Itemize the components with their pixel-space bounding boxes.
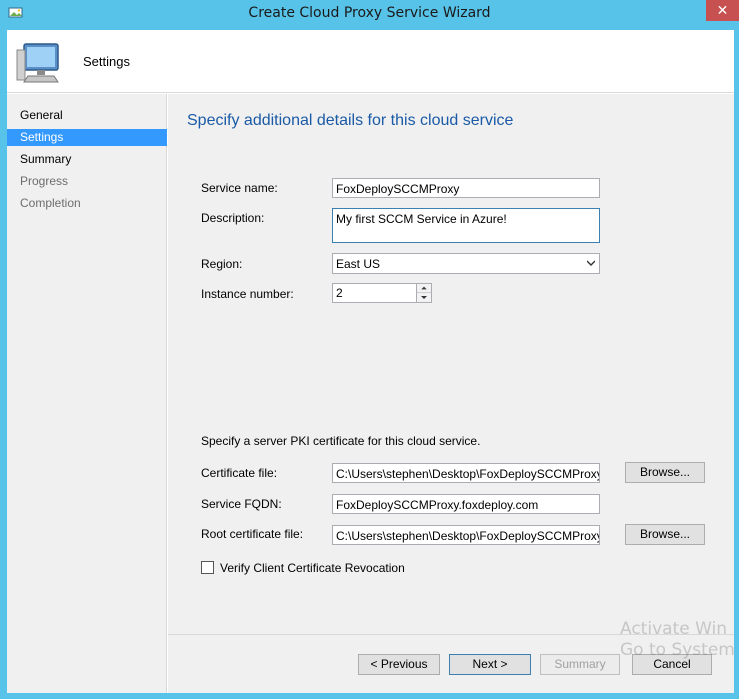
previous-button[interactable]: < Previous: [358, 654, 440, 675]
region-label: Region:: [201, 257, 243, 271]
header-title: Settings: [83, 54, 130, 69]
settings-panel: Specify additional details for this clou…: [168, 94, 734, 634]
watermark-line-2: Go to System in: [620, 640, 739, 660]
stepper-buttons: [416, 284, 431, 302]
close-button[interactable]: ✕: [706, 0, 739, 21]
region-select[interactable]: East US: [332, 253, 600, 274]
chevron-down-icon: [587, 260, 595, 266]
stepper-down-icon[interactable]: [417, 293, 431, 302]
service-fqdn-input[interactable]: FoxDeploySCCMProxy.foxdeploy.com: [332, 494, 600, 514]
certificate-browse-button[interactable]: Browse...: [625, 462, 705, 483]
computer-icon: [16, 43, 59, 83]
root-certificate-file-input[interactable]: C:\Users\stephen\Desktop\FoxDeploySCCMPr…: [332, 525, 600, 545]
wizard-window: Settings General Settings Summary Progre…: [7, 30, 734, 693]
service-name-input[interactable]: FoxDeploySCCMProxy: [332, 178, 600, 198]
service-fqdn-label: Service FQDN:: [201, 497, 282, 511]
certificate-file-input[interactable]: C:\Users\stephen\Desktop\FoxDeploySCCMPr…: [332, 463, 600, 483]
next-button[interactable]: Next >: [449, 654, 531, 675]
verify-revocation-checkbox[interactable]: [201, 561, 214, 574]
instance-number-label: Instance number:: [201, 287, 294, 301]
region-selected-value: East US: [336, 257, 381, 271]
sidebar-item-general[interactable]: General: [7, 107, 167, 124]
root-certificate-file-label: Root certificate file:: [201, 527, 304, 541]
service-name-label: Service name:: [201, 181, 278, 195]
verify-revocation-label[interactable]: Verify Client Certificate Revocation: [220, 561, 405, 575]
sidebar-item-settings[interactable]: Settings: [7, 129, 167, 146]
sidebar-item-summary[interactable]: Summary: [7, 151, 167, 168]
instance-number-stepper[interactable]: 2: [332, 283, 432, 303]
activation-watermark: Activate Win Go to System in: [620, 619, 739, 661]
window-title: Create Cloud Proxy Service Wizard: [248, 5, 491, 21]
page-heading: Specify additional details for this clou…: [187, 112, 514, 129]
pki-instruction-text: Specify a server PKI certificate for thi…: [201, 434, 481, 448]
wizard-steps-sidebar: General Settings Summary Progress Comple…: [7, 94, 167, 693]
root-certificate-browse-button[interactable]: Browse...: [625, 524, 705, 545]
instance-number-value: 2: [336, 286, 343, 300]
certificate-file-label: Certificate file:: [201, 466, 278, 480]
description-input[interactable]: My first SCCM Service in Azure!: [332, 208, 600, 243]
sidebar-item-completion: Completion: [20, 196, 81, 210]
sidebar-item-progress: Progress: [20, 174, 69, 188]
stepper-up-icon[interactable]: [417, 284, 431, 293]
watermark-line-1: Activate Win: [620, 619, 728, 639]
description-label: Description:: [201, 211, 265, 225]
summary-button: Summary: [540, 654, 620, 675]
wizard-header: Settings: [7, 30, 734, 93]
title-bar: Create Cloud Proxy Service Wizard ✕: [0, 0, 739, 30]
